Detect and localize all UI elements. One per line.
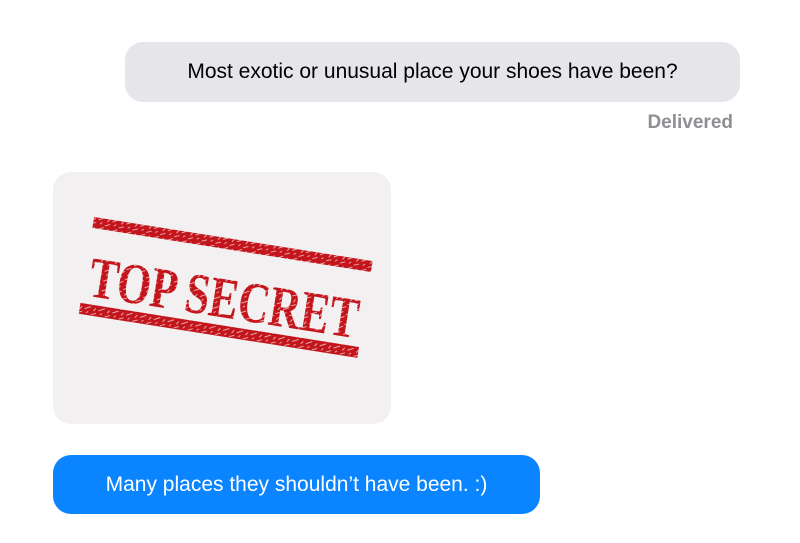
message-bubble-reply[interactable]: Many places they shouldn’t have been. :) [53,455,540,514]
top-secret-stamp-image: TOP SECRET [78,216,373,358]
image-attachment[interactable]: TOP SECRET [53,172,391,424]
message-bubble-question[interactable]: Most exotic or unusual place your shoes … [125,42,740,102]
delivered-status: Delivered [647,112,733,133]
